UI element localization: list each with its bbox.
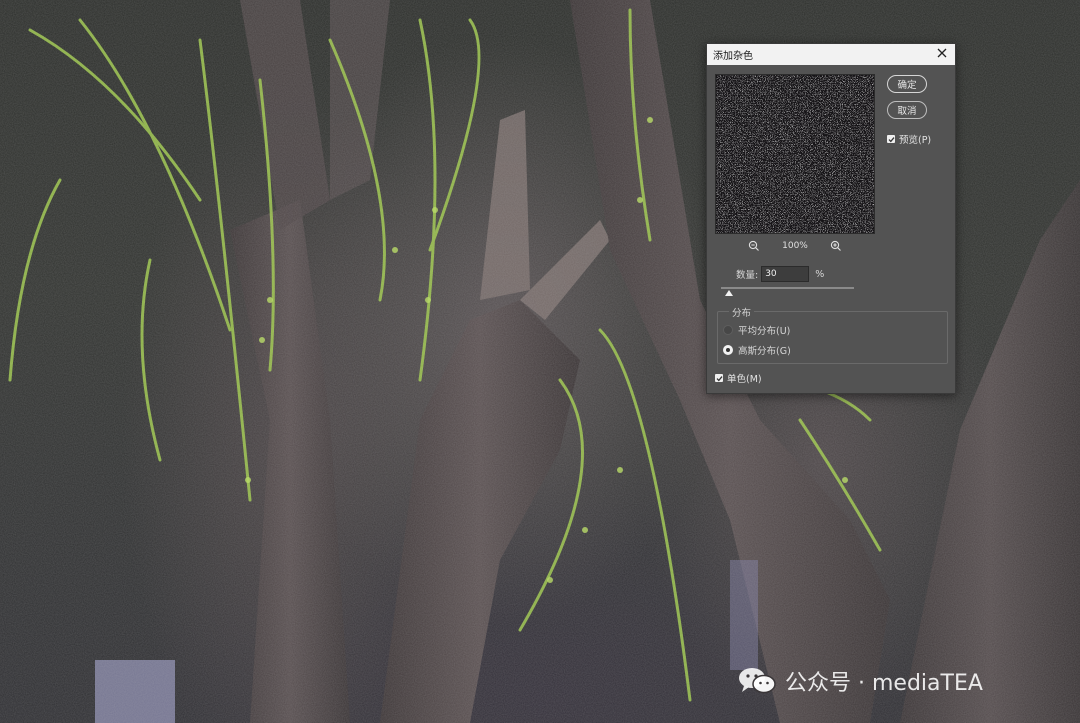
zoom-level: 100% — [782, 241, 808, 251]
distribution-label: 分布 — [729, 305, 755, 319]
dialog-title: 添加杂色 — [713, 51, 753, 62]
preview-option: 预览(P) — [887, 132, 931, 146]
zoom-controls: 100% — [715, 239, 875, 253]
preview-label: 预览(P) — [899, 135, 932, 146]
gaussian-label: 高斯分布(G) — [738, 346, 791, 357]
close-icon[interactable] — [935, 48, 949, 62]
wechat-icon — [739, 668, 776, 694]
amount-slider-thumb[interactable] — [724, 290, 733, 296]
monochrome-option: 单色(M) — [715, 371, 762, 385]
monochrome-checkbox[interactable] — [715, 374, 723, 382]
uniform-option[interactable]: 平均分布(U) — [723, 323, 790, 337]
amount-unit: % — [815, 268, 825, 280]
uniform-radio[interactable] — [723, 325, 733, 335]
add-noise-dialog: 添加杂色 100% 确定 取消 预览(P) 数量: 30 % 分布 平均分布(U… — [706, 43, 956, 394]
preview-checkbox[interactable] — [887, 135, 895, 143]
watermark: 公众号 · mediaTEA — [737, 665, 983, 697]
gaussian-radio[interactable] — [723, 345, 733, 355]
noise-preview-image — [716, 75, 874, 233]
amount-slider-track[interactable] — [721, 287, 854, 289]
dialog-titlebar[interactable]: 添加杂色 — [707, 44, 955, 65]
cancel-button[interactable]: 取消 — [887, 101, 927, 119]
amount-input[interactable] — [761, 266, 810, 282]
amount-label: 数量: — [736, 270, 759, 281]
noise-preview[interactable] — [715, 74, 875, 234]
monochrome-label: 单色(M) — [727, 374, 762, 385]
ok-button[interactable]: 确定 — [887, 75, 927, 93]
checkmark-icon — [716, 375, 722, 381]
watermark-text: 公众号 · mediaTEA — [785, 671, 983, 696]
photo-canvas: 添加杂色 100% 确定 取消 预览(P) 数量: 30 % 分布 平均分布(U… — [0, 0, 1080, 723]
gaussian-option[interactable]: 高斯分布(G) — [723, 343, 791, 357]
checkmark-icon — [888, 136, 894, 142]
amount-row: 数量: % — [736, 266, 824, 282]
uniform-label: 平均分布(U) — [738, 326, 791, 337]
zoom-out-icon[interactable] — [748, 240, 760, 252]
zoom-in-icon[interactable] — [830, 240, 842, 252]
